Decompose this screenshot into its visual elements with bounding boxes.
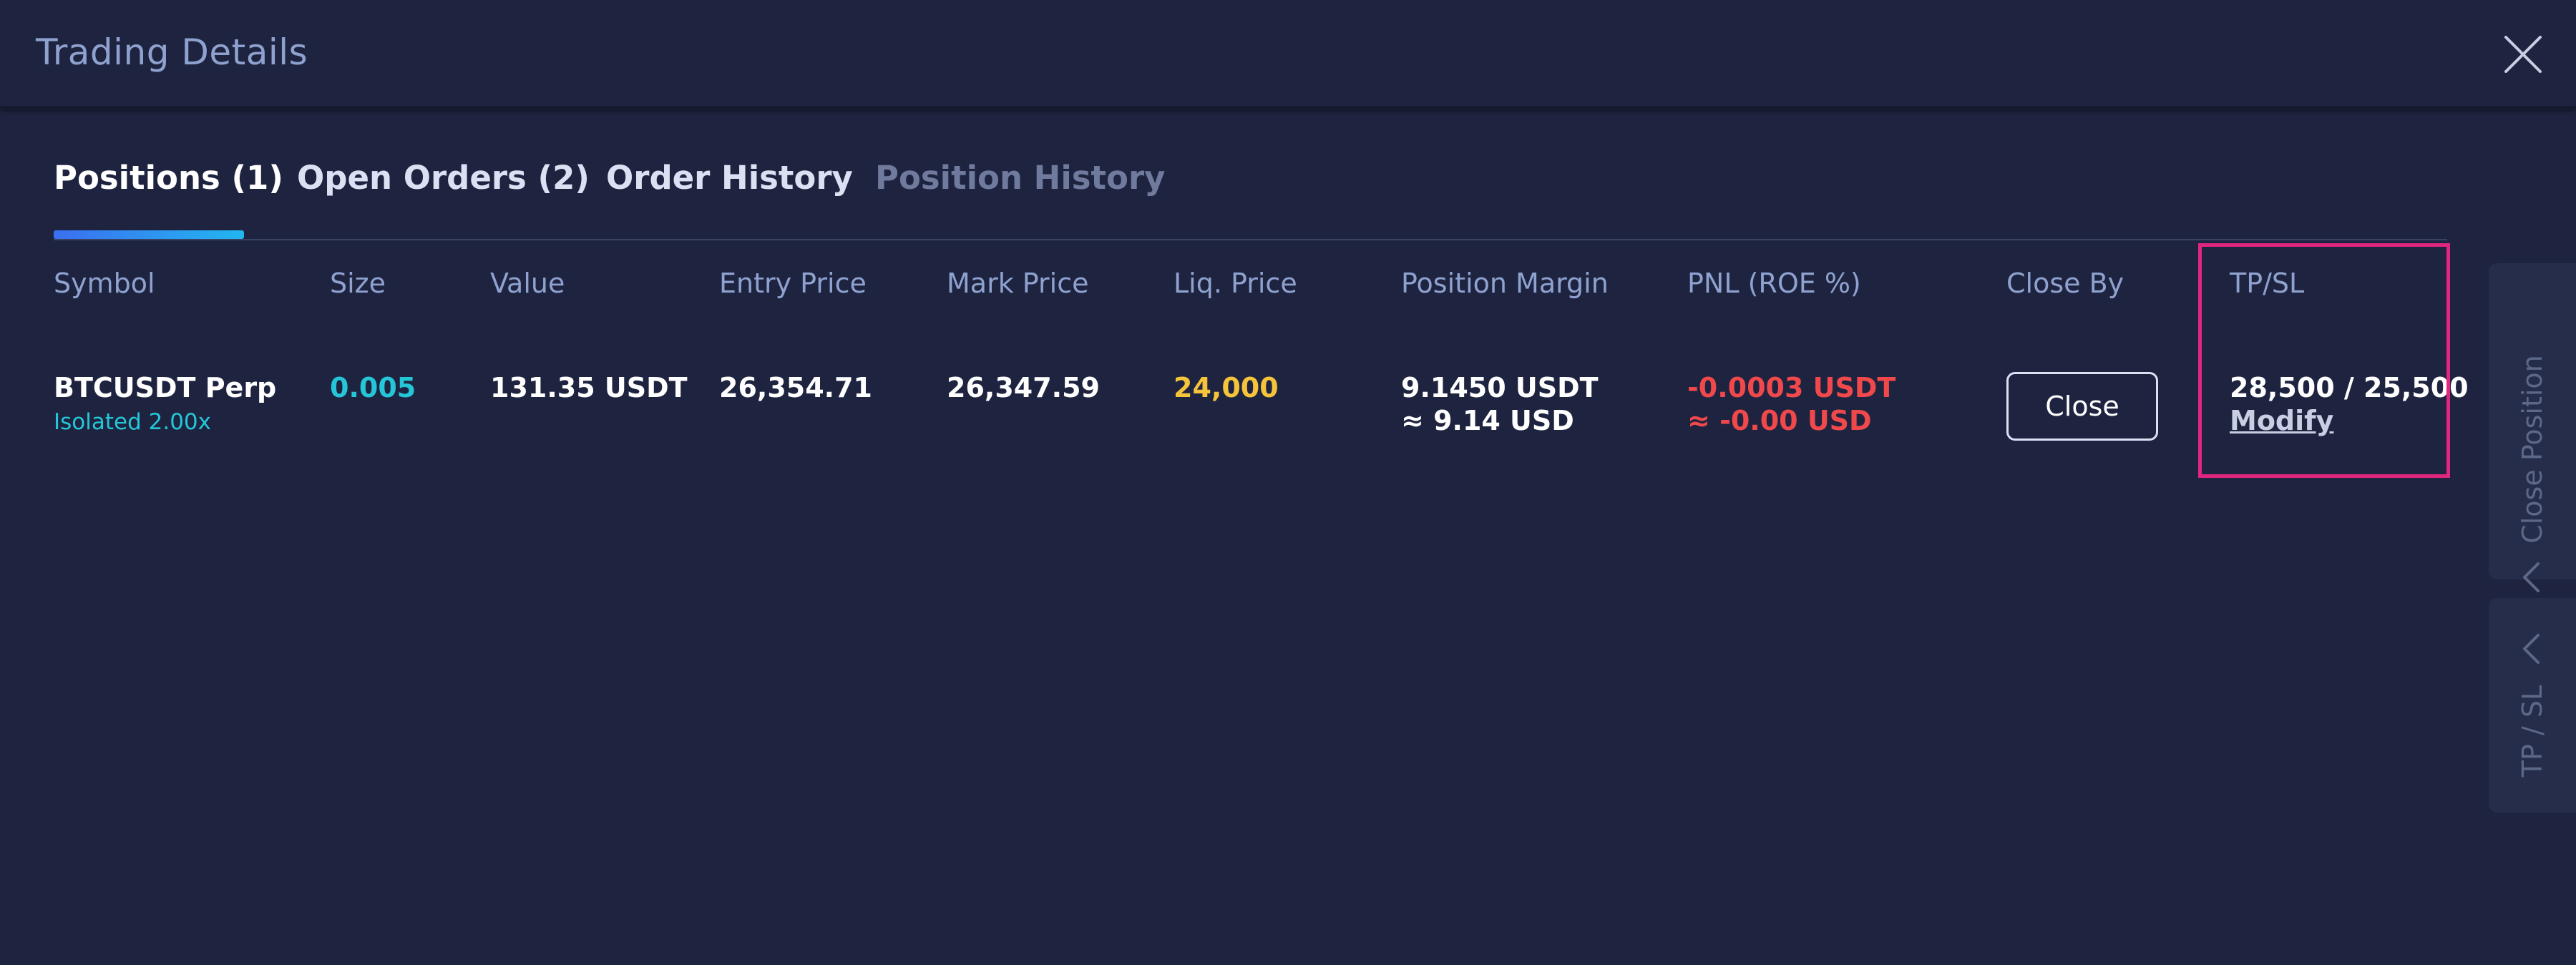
pnl-cell: -0.0003 USDT [1687, 372, 1896, 403]
column-header-pnl: PNL (ROE %) [1687, 268, 1861, 299]
tpsl-highlight-box [2198, 243, 2450, 478]
mark-price-cell: 26,347.59 [947, 372, 1100, 403]
column-header-size: Size [330, 268, 386, 299]
tab-open-orders[interactable]: Open Orders (2) [297, 159, 590, 197]
margin-mode-label: Isolated 2.00x [54, 409, 211, 435]
column-header-entry-price: Entry Price [719, 268, 867, 299]
position-margin-usd: ≈ 9.14 USD [1401, 405, 1574, 436]
trading-details-window: Trading Details Positions (1) Open Order… [0, 0, 2576, 965]
symbol-cell: BTCUSDT Perp [54, 372, 277, 403]
liq-price-cell: 24,000 [1174, 372, 1279, 403]
column-header-mark-price: Mark Price [947, 268, 1089, 299]
chevron-left-icon [2523, 634, 2540, 664]
active-tab-indicator [54, 230, 244, 239]
side-tab-close-position[interactable]: Close Position [2489, 263, 2576, 592]
close-position-button[interactable]: Close [2006, 372, 2158, 441]
side-tab-label: Close Position [2517, 355, 2548, 544]
pnl-usd: ≈ -0.00 USD [1687, 405, 1872, 436]
column-header-position-margin: Position Margin [1401, 268, 1609, 299]
column-header-symbol: Symbol [54, 268, 155, 299]
size-cell: 0.005 [330, 372, 416, 403]
column-header-value: Value [490, 268, 565, 299]
page-title: Trading Details [36, 31, 308, 73]
column-header-close-by: Close By [2006, 268, 2124, 299]
chevron-left-icon [2523, 562, 2540, 592]
tab-position-history[interactable]: Position History [875, 159, 1165, 197]
tab-order-history[interactable]: Order History [606, 159, 853, 197]
header-bar: Trading Details [0, 0, 2576, 109]
tabs-divider [54, 239, 2447, 240]
side-tab-tpsl[interactable]: TP / SL [2489, 598, 2576, 813]
column-header-liq-price: Liq. Price [1174, 268, 1297, 299]
tab-positions[interactable]: Positions (1) [54, 159, 283, 197]
position-margin-cell: 9.1450 USDT [1401, 372, 1599, 403]
value-cell: 131.35 USDT [490, 372, 688, 403]
entry-price-cell: 26,354.71 [719, 372, 872, 403]
close-icon[interactable] [2503, 34, 2543, 74]
side-tab-label: TP / SL [2517, 685, 2548, 778]
